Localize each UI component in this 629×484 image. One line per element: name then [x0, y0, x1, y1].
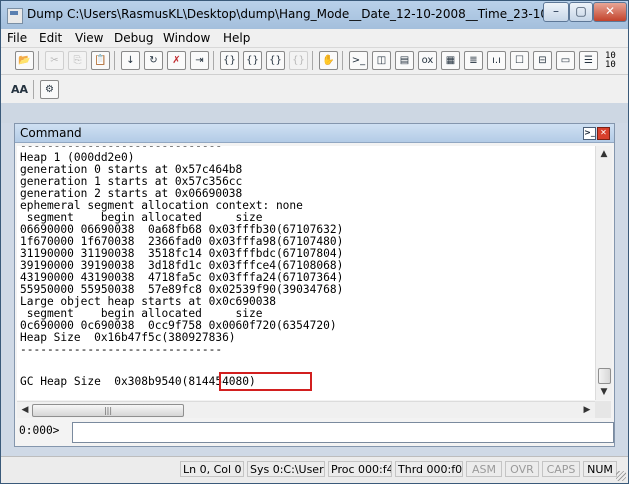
stop-debugging-icon[interactable]: ✗	[167, 51, 186, 70]
menu-help[interactable]: Help	[223, 31, 250, 45]
menu-debug[interactable]: Debug	[114, 31, 153, 45]
scroll-corner	[595, 401, 611, 418]
main-toolbar: 📂 ✂ ⎘ 📋 ↓ ↻ ✗ ⇥ {} {} {} {} ✋ >_ ◫ ▤ ox …	[1, 48, 628, 75]
toolbar-separator	[342, 51, 343, 70]
pane-dock-icon[interactable]: >_	[583, 127, 596, 140]
step-into-icon[interactable]: {}	[220, 51, 239, 70]
cut-icon[interactable]: ✂	[45, 51, 64, 70]
menu-file[interactable]: File	[7, 31, 27, 45]
toolbar-separator	[114, 51, 115, 70]
scroll-down-arrow-icon[interactable]: ▼	[596, 384, 612, 400]
status-bar: Ln 0, Col 0 Sys 0:C:\User Proc 000:f4 Th…	[1, 456, 628, 483]
command-window-icon[interactable]: >_	[349, 51, 368, 70]
command-pane: Command >_ ✕ ---------------------------…	[14, 123, 615, 447]
source-mode-icon[interactable]: ▭	[556, 51, 575, 70]
registers-window-icon[interactable]: ox	[418, 51, 437, 70]
run-to-cursor-icon[interactable]: {}	[289, 51, 308, 70]
scroll-left-arrow-icon[interactable]: ◀	[17, 402, 33, 418]
toolbar-separator	[312, 51, 313, 70]
status-system: Sys 0:C:\User	[247, 461, 325, 477]
open-file-icon[interactable]: 📂	[15, 51, 34, 70]
step-over-icon[interactable]: {}	[243, 51, 262, 70]
detach-icon[interactable]: ⇥	[190, 51, 209, 70]
pane-close-icon[interactable]: ✕	[597, 127, 610, 140]
options-icon[interactable]: ⚙	[40, 80, 59, 99]
menu-view[interactable]: View	[75, 31, 103, 45]
step-out-icon[interactable]: {}	[266, 51, 285, 70]
command-pane-title: Command	[20, 126, 82, 140]
go-icon[interactable]: ↓	[121, 51, 140, 70]
output-line: ------------------------------	[20, 343, 223, 356]
resize-grip-icon[interactable]	[616, 471, 626, 481]
title-bar: Dump C:\Users\RasmusKL\Desktop\dump\Hang…	[1, 1, 628, 29]
mdi-background	[1, 103, 628, 123]
font-icon[interactable]: AA	[10, 80, 29, 99]
status-process: Proc 000:f4	[328, 461, 392, 477]
scroll-right-arrow-icon[interactable]: ▶	[579, 402, 595, 418]
window-title: Dump C:\Users\RasmusKL\Desktop\dump\Hang…	[27, 7, 595, 21]
status-asm: ASM	[466, 461, 502, 477]
command-input[interactable]	[72, 422, 614, 443]
status-num: NUM	[583, 461, 617, 477]
menu-edit[interactable]: Edit	[39, 31, 62, 45]
close-button[interactable]: ✕	[593, 2, 627, 22]
command-pane-header: Command >_ ✕	[15, 124, 614, 143]
windbg-window: Dump C:\Users\RasmusKL\Desktop\dump\Hang…	[0, 0, 629, 484]
memory-window-icon[interactable]: ▦	[441, 51, 460, 70]
toolbar-separator	[33, 80, 34, 99]
horizontal-scrollbar[interactable]: ◀ ||| ▶	[17, 401, 595, 418]
toolbar-digits-bottom: 10	[605, 60, 616, 70]
maximize-button[interactable]: ▢	[569, 2, 593, 22]
watch-window-icon[interactable]: ◫	[372, 51, 391, 70]
status-position: Ln 0, Col 0	[180, 461, 244, 477]
status-caps: CAPS	[542, 461, 580, 477]
minimize-button[interactable]: –	[543, 2, 569, 22]
toolbar-separator	[38, 51, 39, 70]
app-icon	[7, 8, 23, 24]
copy-icon[interactable]: ⎘	[68, 51, 87, 70]
menu-window[interactable]: Window	[163, 31, 210, 45]
vertical-scrollbar[interactable]: ▲ ▼	[595, 146, 612, 400]
scroll-up-arrow-icon[interactable]: ▲	[596, 146, 612, 162]
locals-window-icon[interactable]: ▤	[395, 51, 414, 70]
command-output: ------------------------------ Heap 1 (0…	[17, 146, 595, 400]
options-toggle-icon[interactable]: ☰	[579, 51, 598, 70]
status-ovr: OVR	[505, 461, 539, 477]
command-prompt: 0:000>	[19, 424, 60, 437]
paste-icon[interactable]: 📋	[91, 51, 110, 70]
hand-icon[interactable]: ✋	[319, 51, 338, 70]
toolbar-separator	[213, 51, 214, 70]
status-thread: Thrd 000:f0	[395, 461, 463, 477]
processes-threads-icon[interactable]: ⊟	[533, 51, 552, 70]
secondary-toolbar: AA ⚙	[1, 75, 628, 104]
menu-bar: File Edit View Debug Window Help	[1, 29, 628, 48]
call-stack-icon[interactable]: ≣	[464, 51, 483, 70]
disassembly-window-icon[interactable]: ı.ı	[487, 51, 506, 70]
scratch-pad-icon[interactable]: ☐	[510, 51, 529, 70]
horizontal-scroll-thumb[interactable]: |||	[32, 404, 184, 417]
highlight-annotation	[219, 372, 312, 391]
restart-icon[interactable]: ↻	[144, 51, 163, 70]
vertical-scroll-thumb[interactable]	[598, 368, 611, 384]
